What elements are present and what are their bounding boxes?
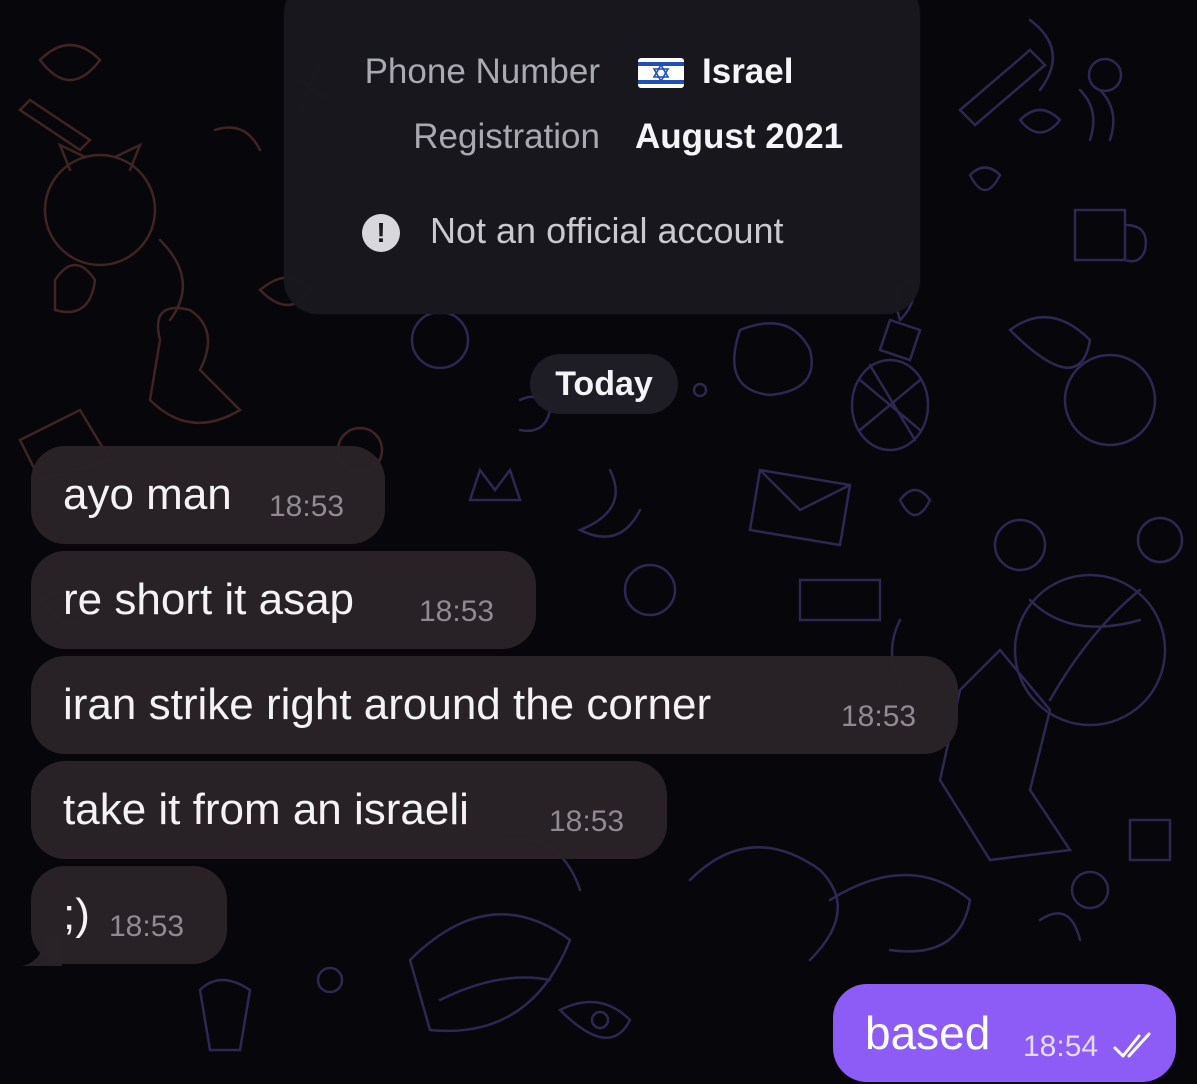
phone-country-value: Israel <box>702 52 794 91</box>
message-time: 18:53 <box>269 490 345 523</box>
message-text: re short it asap <box>63 575 355 624</box>
message-time: 18:53 <box>109 910 185 943</box>
message-text: ayo man <box>63 470 232 519</box>
double-check-icon <box>1113 1032 1151 1058</box>
bubble-tail <box>22 936 62 966</box>
israel-flag-icon <box>638 58 684 88</box>
date-divider: Today <box>530 354 678 414</box>
incoming-message[interactable]: ayo man 18:53 <box>31 446 385 544</box>
incoming-message[interactable]: take it from an israeli 18:53 <box>31 761 667 859</box>
message-time: 18:53 <box>841 700 917 733</box>
warning-icon: ! <box>362 214 400 252</box>
message-text: take it from an israeli <box>63 785 469 834</box>
message-text: iran strike right around the corner <box>63 680 712 729</box>
message-text: based <box>865 1007 991 1059</box>
incoming-message[interactable]: iran strike right around the corner 18:5… <box>31 656 958 754</box>
account-info-card <box>284 0 920 314</box>
registration-label: Registration <box>413 117 600 156</box>
message-time: 18:54 <box>1023 1030 1099 1063</box>
phone-number-label: Phone Number <box>364 52 600 91</box>
incoming-message[interactable]: re short it asap 18:53 <box>31 551 536 649</box>
message-time: 18:53 <box>549 805 625 838</box>
message-time: 18:53 <box>419 595 495 628</box>
message-text: ;) <box>63 890 90 939</box>
not-official-notice: Not an official account <box>430 210 784 251</box>
outgoing-message[interactable]: based 18:54 <box>833 984 1176 1082</box>
registration-value: August 2021 <box>635 117 844 156</box>
